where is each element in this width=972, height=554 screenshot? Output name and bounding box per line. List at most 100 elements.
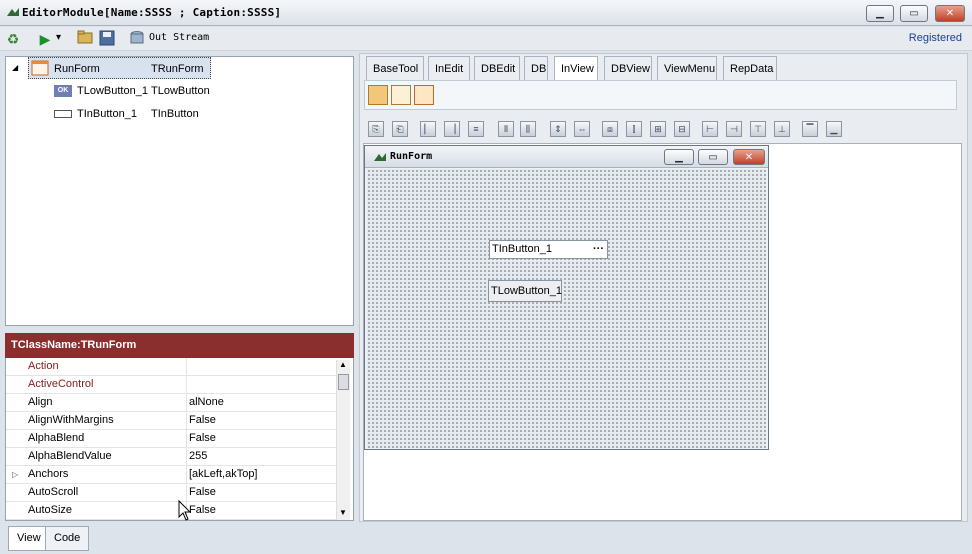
align-middle-right-icon[interactable]: ⊣: [726, 121, 742, 137]
property-row[interactable]: AlignWithMargins False: [6, 412, 337, 430]
property-name: Anchors: [6, 466, 187, 484]
properties-scrollbar[interactable]: ▲ ▼: [336, 360, 350, 520]
app-logo-icon: [373, 152, 387, 165]
run-icon[interactable]: ▶: [36, 30, 54, 48]
open-folder-icon[interactable]: [76, 30, 94, 48]
save-icon[interactable]: [98, 30, 116, 48]
tree-expand-icon[interactable]: ◢: [12, 63, 18, 72]
tree-node-name: TInButton_1: [77, 108, 137, 120]
scroll-thumb[interactable]: [338, 374, 349, 390]
tree-node-runform[interactable]: RunForm TRunForm: [28, 57, 211, 79]
property-name: AlphaBlend: [6, 430, 187, 448]
tree-node-tinbutton[interactable]: TInButton_1 TInButton: [52, 103, 252, 125]
properties-header: TClassName:TRunForm: [5, 333, 354, 358]
component-tree[interactable]: ◢ RunForm TRunForm OK TLowButton_1 TLowB…: [5, 56, 354, 326]
align-upper-icon[interactable]: ⊤: [750, 121, 766, 137]
refresh-icon[interactable]: ♻: [4, 30, 22, 48]
runform-window[interactable]: RunForm ▁ ▭ ✕ TInButton_1 ··· TLowButton…: [364, 145, 769, 450]
scroll-down-icon[interactable]: ▼: [339, 508, 347, 517]
tab-inview[interactable]: InView: [554, 56, 598, 80]
send-back-icon[interactable]: ▁: [826, 121, 842, 137]
property-row[interactable]: Action: [6, 358, 337, 376]
property-row[interactable]: AlphaBlendValue 255: [6, 448, 337, 466]
center-horizontal-icon[interactable]: ⧈: [602, 121, 618, 137]
runform-title: RunForm: [390, 151, 433, 162]
same-height-icon[interactable]: ⇕: [550, 121, 566, 137]
property-row[interactable]: Align alNone: [6, 394, 337, 412]
edit-field-icon: [54, 110, 72, 118]
scroll-up-icon[interactable]: ▲: [339, 360, 347, 369]
tab-code[interactable]: Code: [45, 526, 90, 551]
tree-node-name: RunForm: [54, 63, 100, 75]
ellipsis-icon[interactable]: ···: [593, 241, 604, 258]
runform-titlebar: RunForm ▁ ▭ ✕: [365, 146, 768, 168]
same-width-icon[interactable]: ⇔: [574, 121, 590, 137]
property-row[interactable]: AlphaBlend False: [6, 430, 337, 448]
tab-dbview[interactable]: DBView: [604, 56, 652, 80]
table-component-icon[interactable]: [414, 85, 434, 105]
app-logo-icon: [6, 7, 20, 20]
tab-view[interactable]: View: [8, 526, 50, 551]
properties-grid[interactable]: Action ActiveControl Align alNone AlignWithM…: [5, 358, 354, 521]
property-value[interactable]: alNone: [189, 394, 224, 411]
runform-close-button[interactable]: ✕: [733, 149, 765, 165]
minimize-button[interactable]: ▁: [866, 5, 894, 22]
tlowbutton-control[interactable]: TLowButton_1: [488, 280, 562, 302]
ok-button-icon: OK: [54, 85, 72, 97]
property-name: ActiveControl: [6, 376, 187, 394]
bring-front-icon[interactable]: ▔: [802, 121, 818, 137]
maximize-button[interactable]: ▭: [900, 5, 928, 22]
property-value[interactable]: False: [189, 502, 216, 519]
tinbutton-control[interactable]: TInButton_1 ···: [489, 240, 608, 259]
window-title: EditorModule[Name:SSSS ; Caption:SSSS]: [22, 6, 282, 19]
tree-node-class: TRunForm: [151, 63, 204, 75]
property-name: AlphaBlendValue: [6, 448, 187, 466]
runform-canvas[interactable]: [367, 169, 766, 448]
mouse-cursor-icon: [178, 499, 192, 525]
list-component-icon[interactable]: [391, 85, 411, 105]
tab-dbedit[interactable]: DBEdit: [474, 56, 520, 80]
out-stream-button[interactable]: Out Stream: [149, 32, 209, 43]
tab-basetool[interactable]: BaseTool: [366, 56, 424, 80]
align-top-icon[interactable]: ≡: [468, 121, 484, 137]
expand-arrow-icon[interactable]: ▷: [12, 466, 18, 483]
tab-repdata[interactable]: RepData: [723, 56, 777, 80]
align-left-icon[interactable]: ▏: [420, 121, 436, 137]
align-lower-icon[interactable]: ⊥: [774, 121, 790, 137]
grid-component-icon[interactable]: [368, 85, 388, 105]
runform-maximize-button[interactable]: ▭: [698, 149, 728, 165]
component-palette: [364, 80, 957, 110]
property-value[interactable]: 255: [189, 448, 207, 465]
paste-icon[interactable]: ⎗: [392, 121, 408, 137]
property-row[interactable]: Anchors [akLeft,akTop] ▷: [6, 466, 337, 484]
align-middle-left-icon[interactable]: ⊢: [702, 121, 718, 137]
property-row[interactable]: AutoSize False: [6, 502, 337, 520]
copy-icon[interactable]: ⎘: [368, 121, 384, 137]
grow-icon[interactable]: ⊞: [650, 121, 666, 137]
shrink-icon[interactable]: ⊟: [674, 121, 690, 137]
distribute-horizontal-icon[interactable]: ⫿: [626, 121, 642, 137]
close-button[interactable]: ✕: [935, 5, 965, 22]
property-value[interactable]: False: [189, 430, 216, 447]
space-vertical-icon[interactable]: ⫼: [520, 121, 536, 137]
property-row[interactable]: ActiveControl: [6, 376, 337, 394]
property-value[interactable]: False: [189, 412, 216, 429]
tab-viewmenu[interactable]: ViewMenu: [657, 56, 717, 80]
property-name: AlignWithMargins: [6, 412, 187, 430]
property-value[interactable]: False: [189, 484, 216, 501]
runform-minimize-button[interactable]: ▁: [664, 149, 694, 165]
space-horizontal-icon[interactable]: ⫴: [498, 121, 514, 137]
property-value[interactable]: [akLeft,akTop]: [189, 466, 258, 483]
tree-node-name: TLowButton_1: [77, 85, 148, 97]
align-right-icon[interactable]: ▕: [444, 121, 460, 137]
database-icon[interactable]: [128, 30, 146, 48]
property-row[interactable]: AutoScroll False: [6, 484, 337, 502]
tree-node-tlowbutton[interactable]: OK TLowButton_1 TLowButton: [52, 80, 252, 102]
property-name: Action: [6, 358, 187, 376]
tab-inedit[interactable]: InEdit: [428, 56, 470, 80]
property-name: AutoScroll: [6, 484, 187, 502]
main-toolbar: ♻ ▶ ▾: [0, 27, 972, 51]
tab-db[interactable]: DB: [524, 56, 548, 80]
run-dropdown-icon[interactable]: ▾: [56, 32, 61, 43]
tree-node-class: TInButton: [151, 108, 199, 120]
